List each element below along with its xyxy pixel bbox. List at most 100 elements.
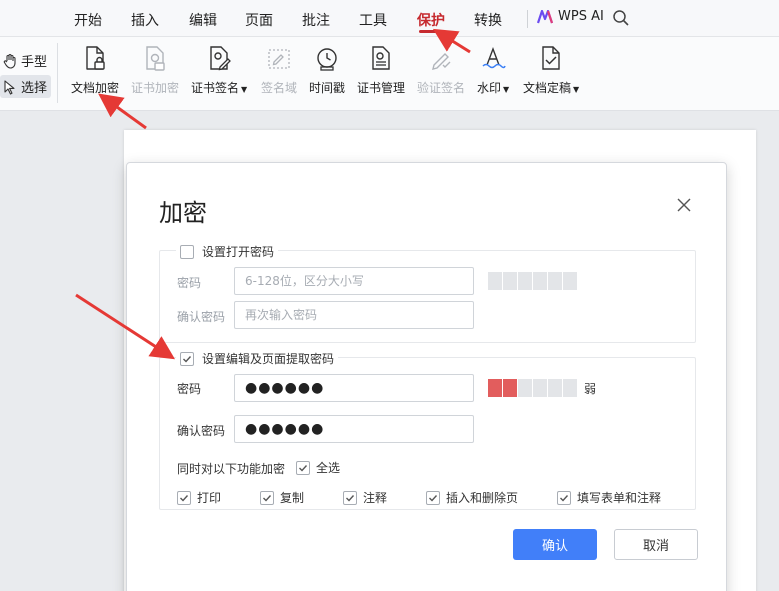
- menu-annotate[interactable]: 批注: [302, 10, 330, 30]
- menu-divider: [527, 10, 528, 28]
- clock-icon: [317, 48, 337, 71]
- active-tab-indicator: [419, 30, 445, 33]
- check-icon: [183, 355, 192, 363]
- certificate-manage-icon: [372, 46, 390, 70]
- timestamp-button[interactable]: 时间戳: [309, 45, 345, 96]
- check-icon: [429, 494, 438, 502]
- document-lock-icon: [86, 46, 105, 70]
- certificate-encrypt-label: 证书加密: [131, 81, 180, 95]
- menu-convert[interactable]: 转换: [474, 10, 502, 30]
- edit-password-field-label: 密码: [177, 382, 202, 396]
- finalize-document-label: 文档定稿 ▼: [523, 81, 580, 95]
- certificate-sign-label: 证书签名 ▼: [191, 81, 248, 95]
- open-password-checkbox[interactable]: [180, 244, 194, 259]
- check-icon: [263, 494, 272, 502]
- edit-password-group: 设置编辑及页面提取密码 密码 ●●●●●● 弱 确认密码 ●●●●●● 同时对以…: [159, 350, 696, 510]
- watermark-icon: [482, 47, 506, 69]
- check-icon: [560, 494, 569, 502]
- open-password-strength-meter: [488, 272, 577, 290]
- select-all-checkbox[interactable]: [296, 460, 310, 475]
- insert-delete-checkbox[interactable]: [426, 490, 440, 505]
- finalize-document-icon: [542, 46, 560, 70]
- dialog-title: 加密: [159, 199, 207, 227]
- insert-delete-label: 插入和删除页: [446, 491, 519, 505]
- verify-signature-button[interactable]: 验证签名: [417, 45, 465, 96]
- signature-field-icon: [268, 49, 290, 69]
- fill-forms-label: 填写表单和注释: [577, 491, 662, 505]
- annotate-label: 注释: [363, 491, 388, 505]
- hand-icon: [3, 53, 16, 69]
- option-annotate[interactable]: 注释: [343, 489, 387, 506]
- search-icon[interactable]: [612, 9, 630, 27]
- select-all-option[interactable]: 全选: [296, 459, 340, 476]
- open-confirm-input[interactable]: 再次输入密码: [234, 301, 474, 329]
- open-password-input[interactable]: 6-128位，区分大小写: [234, 267, 474, 295]
- select-mode-label: 选择: [21, 81, 48, 96]
- option-insert-delete-pages[interactable]: 插入和删除页: [426, 489, 518, 506]
- option-print[interactable]: 打印: [177, 489, 221, 506]
- copy-checkbox[interactable]: [260, 490, 274, 505]
- select-all-label: 全选: [316, 461, 341, 475]
- wps-ai-button[interactable]: WPS AI: [537, 9, 604, 24]
- verify-signature-label: 验证签名: [417, 81, 466, 95]
- edit-password-toggle[interactable]: 设置编辑及页面提取密码: [176, 350, 339, 367]
- signature-field-label: 签名域: [261, 81, 298, 95]
- signature-field-button[interactable]: 签名域: [261, 45, 297, 96]
- apply-functions-label: 同时对以下功能加密: [177, 462, 286, 476]
- verify-pen-icon: [432, 53, 451, 70]
- certificate-sign-icon: [210, 46, 231, 71]
- certificate-manage-label: 证书管理: [357, 81, 406, 95]
- cancel-button[interactable]: 取消: [614, 529, 698, 560]
- menu-page[interactable]: 页面: [245, 10, 273, 30]
- timestamp-label: 时间戳: [309, 81, 346, 95]
- close-icon[interactable]: [675, 196, 693, 214]
- hand-mode-button[interactable]: 手型: [0, 49, 51, 72]
- strength-label: 弱: [584, 382, 597, 396]
- ribbon-toolbar: 手型 选择 文档加密 证书加密 证书签名 ▼ 签名域 时间戳 证书管理 验证签名…: [0, 37, 779, 111]
- menu-insert[interactable]: 插入: [131, 10, 159, 30]
- wps-ai-icon: [537, 9, 553, 23]
- watermark-button[interactable]: 水印 ▼: [477, 45, 509, 96]
- edit-confirm-input[interactable]: ●●●●●●: [234, 415, 474, 443]
- menu-start[interactable]: 开始: [74, 10, 102, 30]
- print-checkbox[interactable]: [177, 490, 191, 505]
- watermark-label: 水印 ▼: [477, 81, 510, 95]
- edit-password-strength-meter: [488, 379, 577, 397]
- certificate-sign-button[interactable]: 证书签名 ▼: [191, 45, 247, 96]
- open-confirm-field-label: 确认密码: [177, 310, 226, 324]
- check-icon: [346, 494, 355, 502]
- encrypt-dialog: 加密 设置打开密码 密码 6-128位，区分大小写 确认密码 再次输入密码 设置…: [126, 162, 727, 591]
- check-icon: [299, 464, 308, 472]
- open-password-toggle[interactable]: 设置打开密码: [176, 243, 279, 260]
- print-label: 打印: [197, 491, 222, 505]
- open-password-label: 设置打开密码: [202, 245, 275, 259]
- fill-forms-checkbox[interactable]: [557, 490, 571, 505]
- menu-tools[interactable]: 工具: [359, 10, 387, 30]
- option-copy[interactable]: 复制: [260, 489, 304, 506]
- edit-confirm-field-label: 确认密码: [177, 424, 226, 438]
- wps-ai-label: WPS AI: [558, 9, 604, 24]
- select-mode-button[interactable]: 选择: [0, 75, 52, 98]
- edit-password-checkbox[interactable]: [180, 351, 194, 366]
- open-password-group: 设置打开密码 密码 6-128位，区分大小写 确认密码 再次输入密码: [159, 243, 696, 343]
- menu-bar: 开始 插入 编辑 页面 批注 工具 保护 转换 WPS AI: [0, 0, 779, 37]
- open-password-field-label: 密码: [177, 276, 202, 290]
- document-encrypt-label: 文档加密: [71, 81, 120, 95]
- copy-label: 复制: [280, 491, 305, 505]
- check-icon: [180, 494, 189, 502]
- menu-edit[interactable]: 编辑: [189, 10, 217, 30]
- certificate-manage-button[interactable]: 证书管理: [357, 45, 405, 96]
- finalize-document-button[interactable]: 文档定稿 ▼: [523, 45, 579, 96]
- certificate-lock-icon: [146, 46, 165, 71]
- confirm-button[interactable]: 确认: [513, 529, 597, 560]
- certificate-encrypt-button[interactable]: 证书加密: [131, 45, 179, 96]
- cursor-icon: [4, 79, 15, 95]
- annotate-checkbox[interactable]: [343, 490, 357, 505]
- hand-mode-label: 手型: [21, 55, 48, 70]
- edit-password-label: 设置编辑及页面提取密码: [202, 352, 335, 366]
- menu-protect[interactable]: 保护: [417, 10, 445, 30]
- ribbon-divider: [57, 43, 58, 103]
- edit-password-input[interactable]: ●●●●●●: [234, 374, 474, 402]
- document-encrypt-button[interactable]: 文档加密: [71, 45, 119, 96]
- option-fill-forms[interactable]: 填写表单和注释: [557, 489, 661, 506]
